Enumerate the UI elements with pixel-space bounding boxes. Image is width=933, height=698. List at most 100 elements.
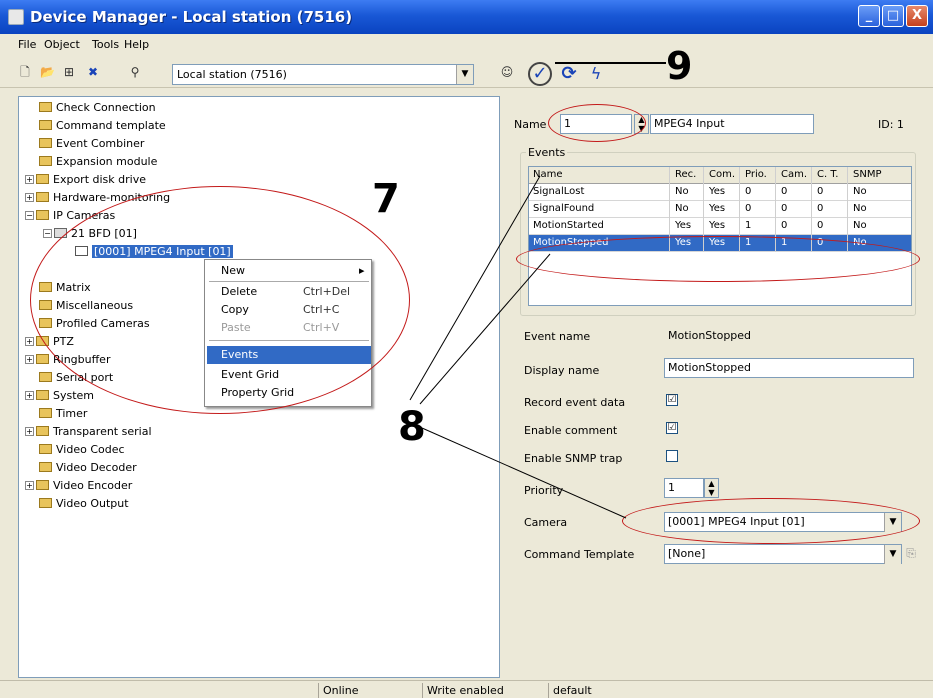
tree-item[interactable]: Event Combiner: [39, 135, 144, 153]
name-label: Name: [514, 118, 547, 131]
cell: SignalFound: [533, 203, 595, 214]
tree-item[interactable]: Video Decoder: [39, 459, 137, 477]
folder-icon: [39, 444, 52, 454]
expand-icon[interactable]: +: [25, 355, 34, 364]
folder-icon: [39, 408, 52, 418]
delete-icon[interactable]: ✖: [86, 65, 100, 79]
open-folder-icon: [36, 210, 49, 220]
command-template-value: [None]: [668, 547, 706, 560]
cell: SignalLost: [533, 186, 585, 197]
display-name-input[interactable]: MotionStopped: [664, 358, 914, 378]
chevron-down-icon[interactable]: ▼: [456, 65, 473, 84]
menu-tools[interactable]: Tools: [92, 38, 119, 51]
station-select[interactable]: Local station (7516) ▼: [172, 64, 474, 85]
folder-icon: [36, 192, 49, 202]
grid-column-divider: [847, 167, 848, 252]
title-bar: Device Manager - Local station (7516) _ …: [0, 0, 933, 34]
tree-item[interactable]: + Video Encoder: [25, 477, 132, 495]
command-template-label: Command Template: [524, 548, 635, 561]
annotation-ellipse-camera: [622, 498, 920, 544]
cell: No: [853, 203, 867, 214]
expand-icon[interactable]: +: [25, 481, 34, 490]
user-icon[interactable]: ☺: [500, 65, 514, 79]
tree-item[interactable]: + Export disk drive: [25, 171, 146, 189]
folder-icon: [39, 102, 52, 112]
cell: No: [853, 186, 867, 197]
status-online: Online: [318, 683, 420, 698]
cell: No: [675, 203, 689, 214]
col-name[interactable]: Name: [533, 169, 563, 180]
status-bar: Online Write enabled default: [0, 680, 933, 698]
annotation-line-9: [555, 62, 666, 64]
command-template-select[interactable]: [None] ▼: [664, 544, 902, 564]
lightning-icon[interactable]: ϟ: [586, 64, 606, 84]
priority-spinner[interactable]: ▲ ▼: [704, 478, 719, 498]
cell: 0: [817, 203, 824, 214]
app-icon: [8, 9, 24, 25]
priority-label: Priority: [524, 484, 564, 497]
id-label: ID: 1: [878, 118, 904, 131]
enable-comment-checkbox[interactable]: ☑: [666, 422, 678, 434]
tree-item[interactable]: Expansion module: [39, 153, 157, 171]
tree-item[interactable]: Check Connection: [39, 99, 156, 117]
display-name-label: Display name: [524, 364, 600, 377]
tree-item[interactable]: + System: [25, 387, 94, 405]
menu-object[interactable]: Object: [44, 38, 80, 51]
record-event-checkbox[interactable]: ☑: [666, 394, 678, 406]
expand-icon[interactable]: +: [25, 193, 34, 202]
scrollbar[interactable]: [916, 96, 933, 680]
maximize-button[interactable]: □: [882, 5, 904, 27]
folder-icon: [39, 156, 52, 166]
expand-icon[interactable]: +: [25, 427, 34, 436]
snmp-trap-label: Enable SNMP trap: [524, 452, 623, 465]
events-grid-header: Name Rec. Com. Prio. Cam. C. T. SNMP: [529, 167, 911, 184]
expand-icon[interactable]: +: [25, 337, 34, 346]
priority-input[interactable]: 1: [664, 478, 704, 498]
refresh-icon[interactable]: ⟳: [558, 62, 580, 86]
annotation-7: 7: [372, 176, 400, 222]
tree-item[interactable]: + Transparent serial: [25, 423, 152, 441]
tree-item[interactable]: Timer: [39, 405, 87, 423]
cell: 0: [745, 186, 752, 197]
col-ct[interactable]: C. T.: [817, 169, 838, 180]
chevron-down-icon[interactable]: ▼: [884, 545, 901, 564]
collapse-icon[interactable]: −: [43, 229, 52, 238]
window-title: Device Manager - Local station (7516): [30, 8, 353, 26]
tree-item[interactable]: Video Codec: [39, 441, 125, 459]
collapse-icon[interactable]: −: [25, 211, 34, 220]
cell: Yes: [709, 186, 726, 197]
cell: Yes: [709, 203, 726, 214]
name-input[interactable]: MPEG4 Input: [650, 114, 814, 134]
cell: 0: [817, 220, 824, 231]
col-rec[interactable]: Rec.: [675, 169, 696, 180]
camera-label: Camera: [524, 516, 568, 529]
expand-icon[interactable]: +: [25, 175, 34, 184]
tree-item[interactable]: Video Output: [39, 495, 129, 513]
col-cam[interactable]: Cam.: [781, 169, 807, 180]
template-edit-icon[interactable]: ⎘: [904, 546, 918, 560]
network-icon[interactable]: ⊞: [62, 65, 76, 79]
col-prio[interactable]: Prio.: [745, 169, 767, 180]
cell: 0: [781, 203, 788, 214]
menu-file[interactable]: File: [18, 38, 36, 51]
col-snmp[interactable]: SNMP: [853, 169, 882, 180]
connect-icon[interactable]: ⚲: [128, 65, 142, 79]
status-profile: default: [548, 683, 668, 698]
annotation-ellipse-row: [516, 236, 920, 282]
cell: 0: [745, 203, 752, 214]
menu-help[interactable]: Help: [124, 38, 149, 51]
minimize-button[interactable]: _: [858, 5, 880, 27]
tree-item[interactable]: Command template: [39, 117, 166, 135]
table-row[interactable]: SignalLost No Yes 0 0 0 No: [529, 184, 911, 201]
annotation-8: 8: [398, 404, 426, 450]
close-button[interactable]: X: [906, 5, 928, 27]
col-com[interactable]: Com.: [709, 169, 735, 180]
apply-check-icon[interactable]: ✓: [528, 62, 552, 86]
open-folder-icon[interactable]: 📂: [40, 65, 55, 79]
table-row[interactable]: SignalFound No Yes 0 0 0 No: [529, 201, 911, 218]
expand-icon[interactable]: +: [25, 391, 34, 400]
new-file-icon[interactable]: 🗋: [18, 65, 32, 79]
table-row[interactable]: MotionStarted Yes Yes 1 0 0 No: [529, 218, 911, 235]
snmp-trap-checkbox[interactable]: [666, 450, 678, 462]
device-manager-window: Device Manager - Local station (7516) _ …: [0, 0, 933, 698]
